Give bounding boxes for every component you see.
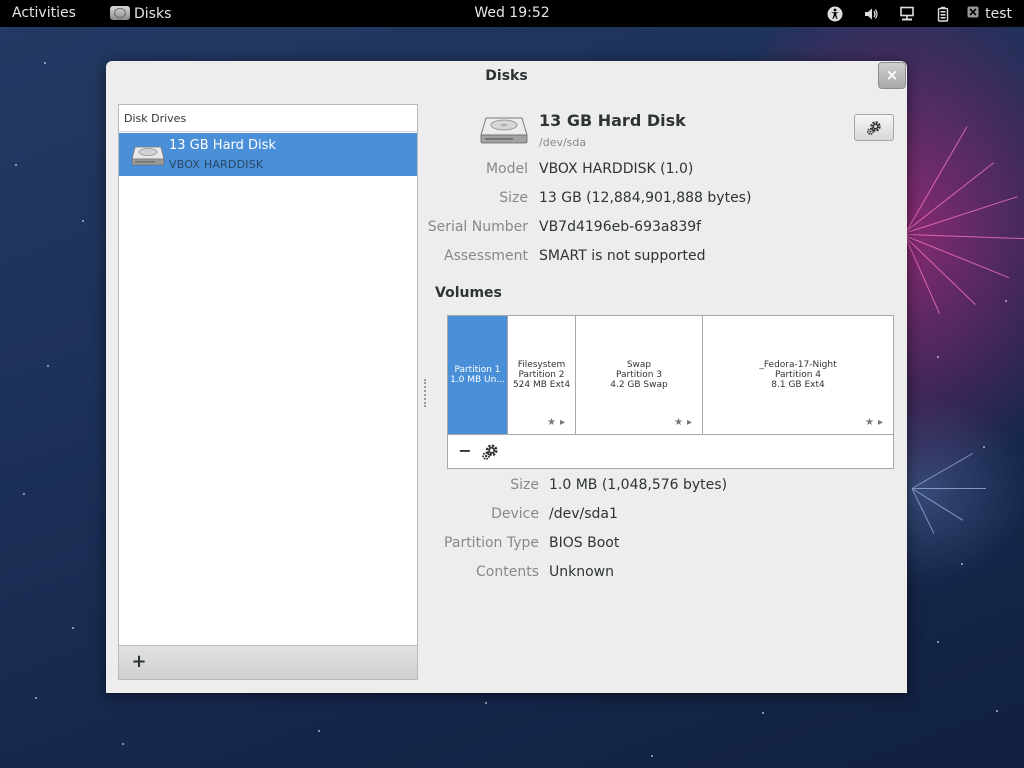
star — [961, 563, 963, 565]
partition-bar: Partition 1 1.0 MB Un... Filesystem Part… — [448, 316, 893, 435]
star — [651, 755, 653, 757]
activities-button[interactable]: Activities — [12, 5, 76, 21]
partition-2[interactable]: Filesystem Partition 2 524 MB Ext4 ★▸ — [508, 316, 576, 434]
drive-title: 13 GB Hard Disk — [539, 111, 686, 130]
firework-streak — [906, 162, 994, 231]
mount-and-star-icons: ★▸ — [674, 417, 696, 428]
system-tray: test — [817, 0, 1012, 27]
volume-prop-label-contents: Contents — [476, 564, 539, 580]
star — [15, 164, 17, 166]
firework-streak — [906, 238, 976, 305]
network-icon[interactable] — [899, 6, 915, 22]
pane-resize-handle[interactable] — [424, 379, 428, 407]
hard-disk-icon — [131, 146, 165, 166]
firework-streak — [911, 453, 973, 489]
drive-prop-label-size: Size — [499, 190, 528, 206]
star — [762, 712, 764, 714]
star — [983, 446, 985, 448]
partition-4-size: 8.1 GB Ext4 — [771, 380, 825, 390]
drive-model: VBOX HARDDISK — [169, 158, 264, 171]
disks-app-icon — [108, 3, 132, 25]
volume-prop-value-contents: Unknown — [549, 564, 614, 580]
gear-icon — [482, 444, 498, 460]
drive-prop-label-assessment: Assessment — [444, 248, 528, 264]
drive-settings-button[interactable] — [854, 114, 894, 141]
firework-streak — [906, 236, 1010, 279]
star — [122, 743, 124, 745]
star — [996, 710, 998, 712]
user-name: test — [985, 5, 1012, 22]
partition-4[interactable]: _Fedora-17-Night Partition 4 8.1 GB Ext4… — [703, 316, 893, 434]
delete-partition-button[interactable]: − — [456, 440, 474, 462]
star — [47, 365, 49, 367]
star — [318, 730, 320, 732]
drive-device-path: /dev/sda — [539, 136, 587, 149]
drive-prop-label-serial: Serial Number — [427, 219, 528, 235]
star — [44, 62, 46, 64]
volume-prop-value-partition-type: BIOS Boot — [549, 535, 620, 551]
volume-prop-label-size: Size — [510, 477, 539, 493]
clock[interactable]: Wed 19:52 — [474, 5, 549, 21]
volume-prop-value-device: /dev/sda1 — [549, 506, 618, 522]
drive-prop-value-serial: VB7d4196eb-693a839f — [539, 219, 702, 235]
partition-1-size: 1.0 MB Un... — [450, 375, 505, 385]
volume-icon[interactable] — [863, 6, 879, 22]
star — [23, 493, 25, 495]
user-menu[interactable]: test — [967, 6, 1012, 22]
partition-4-number: Partition 4 — [774, 370, 822, 380]
star — [1005, 300, 1007, 302]
drive-list-item[interactable]: 13 GB Hard Disk VBOX HARDDISK — [119, 133, 417, 176]
partition-2-label: Filesystem — [517, 360, 566, 370]
disks-window: Disks × Disk Drives 13 GB Hard Disk VBOX… — [106, 61, 907, 693]
drive-prop-value-model: VBOX HARDDISK (1.0) — [539, 161, 694, 177]
partition-1-label: Partition 1 — [454, 365, 501, 375]
volume-prop-label-partition-type: Partition Type — [444, 535, 539, 551]
accessibility-icon[interactable] — [827, 6, 843, 22]
add-disk-image-button[interactable]: + — [128, 651, 150, 673]
app-menu-label: Disks — [134, 5, 172, 22]
drive-prop-label-model: Model — [485, 161, 528, 177]
mount-and-star-icons: ★▸ — [547, 417, 569, 428]
partition-2-number: Partition 2 — [518, 370, 565, 380]
firework-streak — [906, 234, 1024, 240]
volume-prop-label-device: Device — [491, 506, 539, 522]
partition-4-label: _Fedora-17-Night — [759, 360, 837, 370]
volume-map: Partition 1 1.0 MB Un... Filesystem Part… — [447, 315, 894, 469]
app-menu[interactable]: Disks — [108, 0, 171, 27]
volume-toolbar: − — [448, 436, 893, 468]
star — [485, 702, 487, 704]
firework-streak — [906, 240, 940, 314]
star — [937, 356, 939, 358]
star — [82, 220, 84, 222]
top-bar: Activities Disks Wed 19:52 test — [0, 0, 1024, 27]
partition-2-size: 524 MB Ext4 — [512, 380, 571, 390]
partition-1[interactable]: Partition 1 1.0 MB Un... — [448, 316, 508, 434]
star — [72, 627, 74, 629]
drive-list-toolbar: + — [119, 645, 417, 679]
firework-streak — [912, 488, 986, 489]
window-title[interactable]: Disks — [106, 61, 907, 91]
partition-3-number: Partition 3 — [615, 370, 663, 380]
drive-prop-value-assessment: SMART is not supported — [539, 248, 706, 264]
disk-drives-pane: Disk Drives 13 GB Hard Disk VBOX HARDDIS… — [118, 104, 418, 680]
star — [937, 641, 939, 643]
close-window-button[interactable]: × — [878, 62, 906, 89]
volumes-heading: Volumes — [435, 285, 502, 301]
partition-3-size: 4.2 GB Swap — [610, 380, 668, 390]
volume-prop-value-size: 1.0 MB (1,048,576 bytes) — [549, 477, 728, 493]
user-status-icon — [967, 6, 979, 21]
disk-drives-header: Disk Drives — [119, 105, 417, 132]
gear-icon — [867, 121, 881, 135]
battery-icon[interactable] — [935, 6, 951, 22]
mount-and-star-icons: ★▸ — [865, 417, 887, 428]
drive-name: 13 GB Hard Disk — [169, 138, 276, 153]
drive-prop-value-size: 13 GB (12,884,901,888 bytes) — [539, 190, 752, 206]
hard-disk-icon — [480, 117, 528, 144]
partition-settings-button[interactable] — [481, 443, 499, 461]
partition-3-label: Swap — [626, 360, 652, 370]
partition-3[interactable]: Swap Partition 3 4.2 GB Swap ★▸ — [576, 316, 703, 434]
star — [35, 697, 37, 699]
